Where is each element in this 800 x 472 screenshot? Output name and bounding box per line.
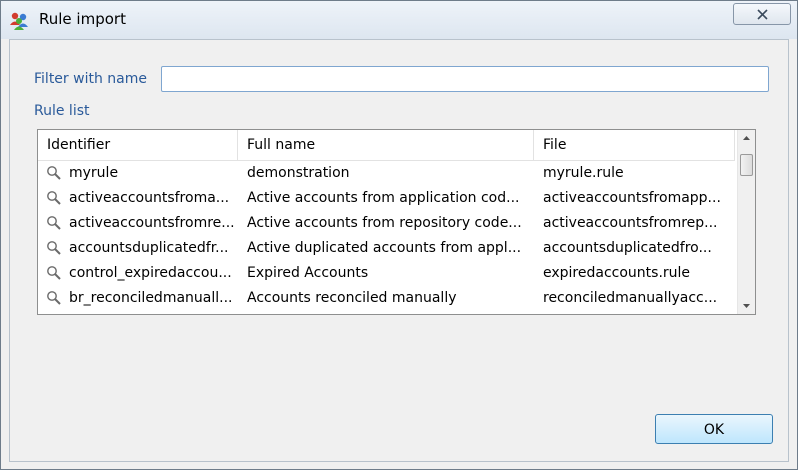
cell-full-name: Active duplicated accounts from appl...: [247, 240, 522, 256]
rule-import-dialog: Rule import Filter with name Rule list I…: [0, 0, 798, 470]
close-button[interactable]: [733, 3, 791, 25]
cell-full-name: Active accounts from repository code...: [247, 215, 522, 231]
cell-identifier: activeaccountsfroma...: [69, 190, 230, 206]
table-row[interactable]: activeaccountsfroma... Active accounts f…: [38, 186, 735, 211]
users-icon: [10, 12, 28, 30]
cell-identifier: br_reconciledmanuall...: [69, 290, 233, 306]
close-icon: [757, 9, 768, 20]
column-header-identifier[interactable]: Identifier: [38, 130, 238, 160]
cell-full-name: demonstration: [247, 165, 350, 181]
dialog-content: Filter with name Rule list Identifier Fu…: [9, 39, 789, 462]
table-row[interactable]: activeaccountsfromre... Active accounts …: [38, 211, 735, 236]
cell-file: reconciledmanuallyacc...: [543, 290, 718, 306]
column-header-full-name[interactable]: Full name: [238, 130, 534, 160]
cell-identifier: control_expiredaccou...: [69, 265, 232, 281]
cell-identifier: myrule: [69, 165, 119, 181]
cell-file: myrule.rule: [543, 165, 624, 181]
cell-file: expiredaccounts.rule: [543, 265, 691, 281]
cell-full-name: Expired Accounts: [247, 265, 369, 281]
scroll-up-arrow-icon[interactable]: [738, 130, 755, 147]
cell-file: activeaccountsfromrep...: [543, 215, 718, 231]
rule-list-table[interactable]: Identifier Full name File myrule demonst…: [37, 129, 756, 315]
filter-input[interactable]: [161, 66, 769, 92]
table-row[interactable]: myrule demonstration myrule.rule: [38, 161, 735, 186]
title-bar: Rule import: [1, 1, 797, 39]
cell-file: activeaccountsfromapp...: [543, 190, 721, 206]
table-body: myrule demonstration myrule.rule activea…: [38, 161, 735, 311]
window-title: Rule import: [39, 10, 126, 28]
table-row[interactable]: br_reconciledmanuall... Accounts reconci…: [38, 286, 735, 311]
cell-full-name: Active accounts from application cod...: [247, 190, 520, 206]
scrollbar-thumb[interactable]: [740, 154, 753, 176]
cell-identifier: activeaccountsfromre...: [69, 215, 235, 231]
cell-file: accountsduplicatedfro...: [543, 240, 712, 256]
vertical-scrollbar[interactable]: [737, 130, 755, 314]
filter-label: Filter with name: [34, 71, 147, 87]
cell-full-name: Accounts reconciled manually: [247, 290, 457, 306]
table-header: Identifier Full name File: [38, 130, 735, 161]
column-header-file[interactable]: File: [534, 130, 735, 160]
table-row[interactable]: control_expiredaccou... Expired Accounts…: [38, 261, 735, 286]
rule-list-label: Rule list: [34, 103, 90, 119]
ok-button[interactable]: OK: [655, 414, 773, 444]
cell-identifier: accountsduplicatedfr...: [69, 240, 229, 256]
scroll-down-arrow-icon[interactable]: [738, 297, 755, 314]
table-row[interactable]: accountsduplicatedfr... Active duplicate…: [38, 236, 735, 261]
